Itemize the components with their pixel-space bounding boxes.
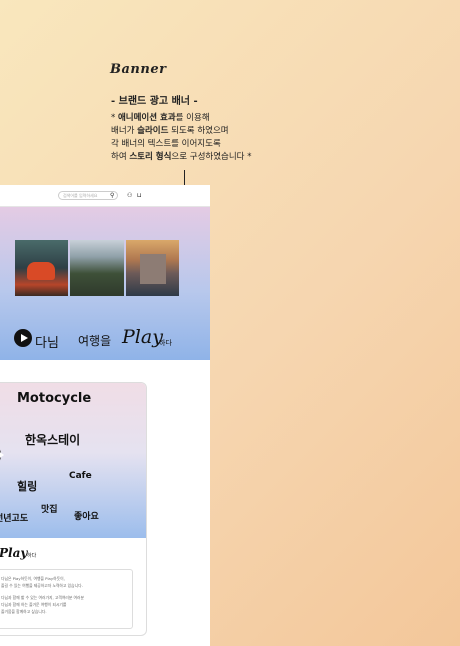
banner-text-danim: 다님 <box>35 336 59 351</box>
play-triangle <box>21 334 28 342</box>
keyword-old-capital: 전년고도 <box>0 514 29 524</box>
card-play-small: 하다 <box>27 553 37 559</box>
desc-line: 다님과 함께 하는 즐거운 여행이 되시기를 <box>1 602 67 607</box>
banner-text-hada: 하다 <box>159 339 172 347</box>
keyword-cafe: Cafe <box>69 471 92 481</box>
card-play-label: Play <box>0 546 28 560</box>
banner-photo-landscape <box>70 240 124 296</box>
banner-photo-hotel <box>126 240 179 296</box>
annotation-subtitle: - 브랜드 광고 배너 - <box>111 96 198 107</box>
motocycle-card[interactable]: Motocycle 한옥스테이 힐링 Cafe 맛집 전년고도 좋아요 Play… <box>0 382 147 636</box>
card-title: Motocycle <box>17 391 92 406</box>
keyword-hanok: 한옥스테이 <box>25 433 81 447</box>
annotation-heading: Banner <box>110 62 167 77</box>
keyword-food: 맛집 <box>41 505 58 515</box>
banner-text-play: Play <box>122 326 163 348</box>
desc-line: 즐길 수 있는 여행을 제공하고자 노력하고 있습니다. <box>1 583 83 588</box>
banner-photo-scooter <box>15 240 68 296</box>
desc-line: 즐거움을 함께하고 싶습니다. <box>1 609 47 614</box>
banner-text-travel: 여행을 <box>78 334 112 348</box>
keyword-healing: 힐링 <box>17 480 38 493</box>
desc-line: 다님은 Play하듯이, 여행을 Play하듯이, <box>1 576 65 581</box>
card-banner: Motocycle 한옥스테이 힐링 Cafe 맛집 전년고도 좋아요 <box>0 383 146 538</box>
keyword-like: 좋아요 <box>74 512 99 522</box>
annotation-description: * 애니메이션 효과를 이용해 배너가 슬라이드 되도록 하였으며 각 배너의 … <box>111 113 252 162</box>
card-play-triangle <box>0 450 4 460</box>
website-mockup: 검색어를 입력하세요 ⚲ ⚇ ⊔ 다님 여행을 Play 하다 Motocycl… <box>0 185 210 646</box>
brand-banner: 다님 여행을 Play 하다 <box>0 207 210 360</box>
cart-icon[interactable]: ⊔ <box>137 192 142 199</box>
desc-line: 다님과 함께 할 수 있는 여러가지, 고객여러분 여러분 <box>1 595 85 600</box>
user-icon[interactable]: ⚇ <box>127 192 132 199</box>
site-header: 검색어를 입력하세요 ⚲ ⚇ ⊔ <box>0 185 210 207</box>
search-icon[interactable]: ⚲ <box>110 192 114 199</box>
search-input[interactable]: 검색어를 입력하세요 <box>58 191 118 200</box>
